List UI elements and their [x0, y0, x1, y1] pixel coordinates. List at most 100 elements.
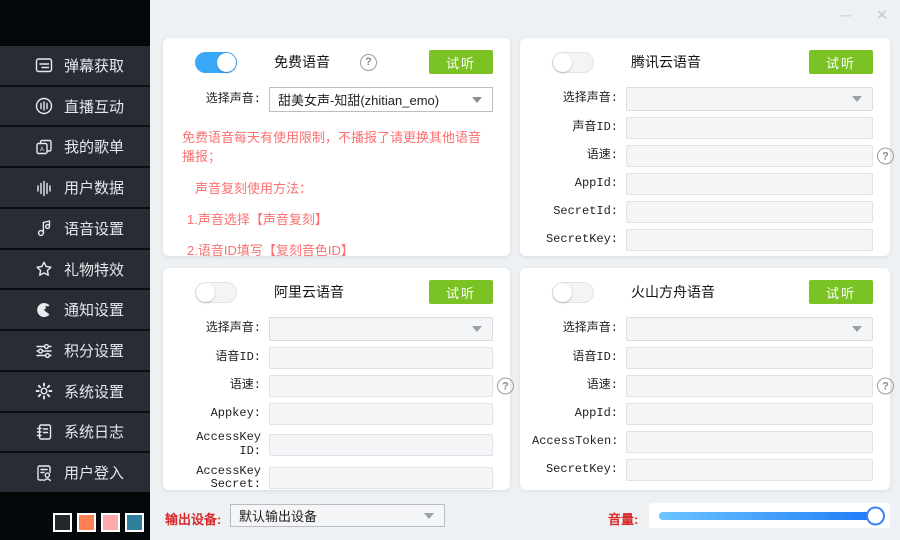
- ali-field-3-label: Appkey:: [175, 407, 261, 421]
- volcano-voice-select[interactable]: [626, 317, 873, 341]
- tencent-listen-button[interactable]: 试听: [809, 50, 873, 74]
- volcano-fields: 选择声音:语音ID:语速:?AppId:AccessToken:SecretKe…: [532, 317, 873, 481]
- toggle-knob: [217, 53, 236, 72]
- login-icon: [33, 462, 55, 484]
- tencent-field-row: SecretId:: [532, 201, 873, 223]
- panel-title: 腾讯云语音: [631, 52, 701, 72]
- free-voice-select[interactable]: 甜美女声-知甜(zhitian_emo): [269, 87, 493, 112]
- volcano-field-row: 选择声音:: [532, 317, 873, 341]
- minimize-button[interactable]: ─: [836, 5, 856, 25]
- ali-field-2-label: 语速:: [175, 379, 261, 393]
- sidebar-item-3[interactable]: A我的歌单: [0, 127, 150, 168]
- tencent-field-row: AppId:: [532, 173, 873, 195]
- panel-tencent-voice: 腾讯云语音 试听 选择声音:声音ID:语速:?AppId:SecretId:Se…: [520, 38, 890, 256]
- toggle-knob: [196, 283, 215, 302]
- clone-tip-2: 2.语音ID填写【复刻音色ID】: [175, 240, 493, 259]
- ali-voice-toggle[interactable]: [195, 282, 237, 303]
- ali-field-3-input[interactable]: [269, 403, 493, 425]
- tencent-field-2-input[interactable]: [626, 145, 873, 167]
- chevron-down-icon: [424, 513, 434, 519]
- log-icon: [33, 421, 55, 443]
- chevron-down-icon: [852, 96, 862, 102]
- ali-field-0-label: 选择声音:: [175, 322, 261, 336]
- volcano-field-2-input[interactable]: [626, 375, 873, 397]
- slider-track[interactable]: [659, 512, 876, 520]
- ali-field-5-input[interactable]: [269, 467, 493, 489]
- points-icon: [33, 340, 55, 362]
- ali-field-1-input[interactable]: [269, 347, 493, 369]
- free-listen-button[interactable]: 试听: [429, 50, 493, 74]
- volcano-field-4-input[interactable]: [626, 431, 873, 453]
- ali-field-row: 选择声音:: [175, 317, 493, 341]
- gift-icon: [33, 258, 55, 280]
- svg-text:A: A: [40, 147, 44, 153]
- volcano-field-4-label: AccessToken:: [532, 435, 618, 449]
- tencent-field-1-input[interactable]: [626, 117, 873, 139]
- volcano-field-5-input[interactable]: [626, 459, 873, 481]
- sidebar-item-9[interactable]: 系统设置: [0, 372, 150, 413]
- ali-listen-button[interactable]: 试听: [429, 280, 493, 304]
- tencent-field-5-input[interactable]: [626, 229, 873, 251]
- tencent-field-4-input[interactable]: [626, 201, 873, 223]
- volcano-field-row: AppId:: [532, 403, 873, 425]
- sidebar-item-5[interactable]: 语音设置: [0, 209, 150, 250]
- theme-swatch-2[interactable]: [77, 513, 96, 532]
- main-content: ─ ✕ 免费语音 ? 试听 选择声音:甜美女声-知甜(zhitian_emo) …: [150, 0, 900, 540]
- help-icon[interactable]: ?: [877, 148, 894, 165]
- sidebar-item-10[interactable]: 系统日志: [0, 413, 150, 454]
- playlist-icon: A: [33, 136, 55, 158]
- tencent-fields: 选择声音:声音ID:语速:?AppId:SecretId:SecretKey:: [532, 87, 873, 251]
- tencent-voice-select[interactable]: [626, 87, 873, 111]
- free-field-row: 选择声音:甜美女声-知甜(zhitian_emo): [175, 87, 493, 112]
- help-icon[interactable]: ?: [877, 378, 894, 395]
- ali-field-1-label: 语音ID:: [175, 351, 261, 365]
- volcano-voice-toggle[interactable]: [552, 282, 594, 303]
- volcano-field-2-label: 语速:: [532, 379, 618, 393]
- volcano-field-1-input[interactable]: [626, 347, 873, 369]
- ali-field-row: Appkey:: [175, 403, 493, 425]
- ali-voice-select[interactable]: [269, 317, 493, 341]
- volcano-field-row: SecretKey:: [532, 459, 873, 481]
- chevron-down-icon: [472, 97, 482, 103]
- ali-field-row: 语音ID:: [175, 347, 493, 369]
- notify-icon: [33, 299, 55, 321]
- volume-slider[interactable]: [648, 502, 891, 529]
- tencent-field-3-input[interactable]: [626, 173, 873, 195]
- panel-volcano-voice: 火山方舟语音 试听 选择声音:语音ID:语速:?AppId:AccessToke…: [520, 268, 890, 490]
- output-device-label: 输出设备:: [165, 509, 221, 528]
- app-window: 弹幕获取直播互动A我的歌单用户数据语音设置礼物特效通知设置积分设置系统设置系统日…: [0, 0, 900, 540]
- sidebar-item-1[interactable]: 弹幕获取: [0, 46, 150, 87]
- tencent-field-3-label: AppId:: [532, 177, 618, 191]
- userdata-icon: [33, 177, 55, 199]
- sidebar-item-8[interactable]: 积分设置: [0, 331, 150, 372]
- tencent-field-row: 语速:?: [532, 145, 873, 167]
- sidebar-item-4[interactable]: 用户数据: [0, 168, 150, 209]
- sidebar-item-6[interactable]: 礼物特效: [0, 250, 150, 291]
- sidebar-item-label: 通知设置: [64, 299, 124, 320]
- tencent-voice-toggle[interactable]: [552, 52, 594, 73]
- tencent-field-row: 选择声音:: [532, 87, 873, 111]
- help-icon[interactable]: ?: [360, 54, 377, 71]
- sidebar-item-7[interactable]: 通知设置: [0, 290, 150, 331]
- sidebar-item-2[interactable]: 直播互动: [0, 87, 150, 128]
- close-icon[interactable]: ✕: [872, 5, 892, 25]
- free-voice-toggle[interactable]: [195, 52, 237, 73]
- ali-field-row: AccessKey Secret:: [175, 465, 493, 493]
- panel-title: 免费语音: [274, 52, 330, 72]
- tencent-field-4-label: SecretId:: [532, 205, 618, 219]
- ali-field-4-input[interactable]: [269, 434, 493, 456]
- panel-ali-voice: 阿里云语音 试听 选择声音:语音ID:语速:?Appkey:AccessKey …: [163, 268, 510, 490]
- volcano-listen-button[interactable]: 试听: [809, 280, 873, 304]
- slider-thumb[interactable]: [866, 506, 885, 525]
- help-icon[interactable]: ?: [497, 378, 514, 395]
- sidebar-item-11[interactable]: 用户登入: [0, 453, 150, 492]
- volcano-field-row: 语音ID:: [532, 347, 873, 369]
- theme-swatch-3[interactable]: [101, 513, 120, 532]
- sidebar-item-label: 用户数据: [64, 177, 124, 198]
- sidebar-item-label: 系统设置: [64, 381, 124, 402]
- output-device-select[interactable]: 默认输出设备: [230, 504, 445, 527]
- theme-swatch-1[interactable]: [53, 513, 72, 532]
- volcano-field-3-input[interactable]: [626, 403, 873, 425]
- ali-field-2-input[interactable]: [269, 375, 493, 397]
- theme-swatch-4[interactable]: [125, 513, 144, 532]
